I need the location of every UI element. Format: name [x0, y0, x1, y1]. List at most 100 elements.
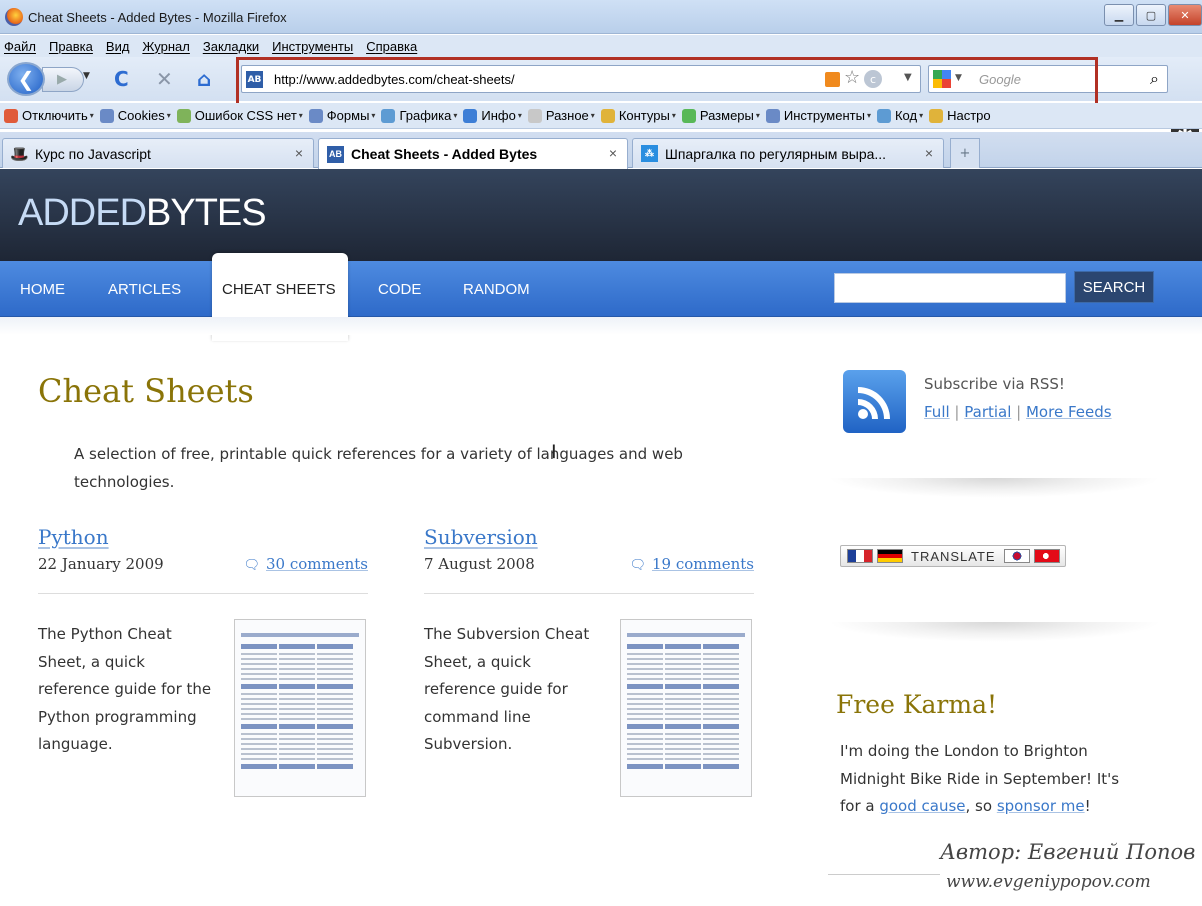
french-flag-icon[interactable]: [847, 549, 873, 563]
bookmark-item[interactable]: Разное ▾: [527, 108, 595, 123]
history-dropdown-icon[interactable]: ▼: [83, 71, 90, 81]
bookmark-star-icon[interactable]: ☆: [844, 67, 860, 88]
python-cheatsheet-thumbnail[interactable]: [234, 619, 366, 797]
thumb-line: [279, 698, 315, 700]
turkish-flag-icon[interactable]: [1033, 549, 1060, 563]
bookmark-item[interactable]: Код ▾: [876, 108, 923, 123]
bookmark-item[interactable]: Графика ▾: [381, 108, 457, 123]
menu-help[interactable]: Справка: [366, 39, 417, 54]
maximize-button[interactable]: ▢: [1136, 4, 1166, 26]
site-search-button[interactable]: SEARCH: [1074, 271, 1154, 303]
search-icon[interactable]: ⌕: [1150, 69, 1159, 89]
dropdown-arrow-icon[interactable]: ▾: [919, 111, 923, 120]
dropdown-arrow-icon[interactable]: ▾: [90, 111, 94, 120]
bookmark-item[interactable]: Инструменты ▾: [765, 108, 871, 123]
nav-code[interactable]: CODE: [378, 281, 421, 298]
menu-history[interactable]: Журнал: [142, 39, 189, 54]
search-input[interactable]: Google: [979, 72, 1021, 87]
dropdown-arrow-icon[interactable]: ▾: [167, 111, 171, 120]
site-favicon-icon: AB: [246, 71, 263, 88]
close-tab-icon[interactable]: ×: [609, 145, 617, 161]
comments-link[interactable]: 🗨 30 comments: [243, 555, 368, 573]
engine-dropdown-icon[interactable]: ▼: [955, 73, 962, 83]
bookmark-item[interactable]: Формы ▾: [308, 108, 375, 123]
thumb-line: [279, 748, 315, 750]
minimize-button[interactable]: ▁: [1104, 4, 1134, 26]
german-flag-icon[interactable]: [877, 549, 903, 563]
dropdown-arrow-icon[interactable]: ▾: [867, 111, 871, 120]
dropdown-arrow-icon[interactable]: ▾: [371, 111, 375, 120]
search-bar[interactable]: ▼ Google ⌕: [928, 65, 1168, 93]
subversion-cheatsheet-thumbnail[interactable]: [620, 619, 752, 797]
close-window-button[interactable]: ✕: [1168, 4, 1202, 26]
dropdown-arrow-icon[interactable]: ▾: [756, 111, 760, 120]
rss-feed-icon[interactable]: [825, 72, 840, 87]
menu-edit[interactable]: Правка: [49, 39, 93, 54]
close-tab-icon[interactable]: ×: [295, 145, 303, 161]
tab-cheat-sheets[interactable]: AB Cheat Sheets - Added Bytes ×: [318, 138, 628, 169]
thumb-column: [665, 640, 701, 773]
home-icon[interactable]: ⌂: [197, 67, 211, 91]
article-title-link[interactable]: Python: [38, 525, 109, 549]
dropdown-arrow-icon[interactable]: ▾: [299, 111, 303, 120]
translate-widget[interactable]: TRANSLATE: [840, 545, 1066, 567]
nav-home[interactable]: HOME: [20, 281, 65, 298]
url-dropdown-icon[interactable]: ▼: [904, 72, 912, 83]
bookmark-item[interactable]: Размеры ▾: [681, 108, 760, 123]
page-addon-icon[interactable]: c: [864, 70, 882, 88]
thumb-line: [703, 713, 739, 715]
new-tab-button[interactable]: +: [950, 138, 980, 168]
thumb-line: [279, 658, 315, 660]
google-engine-icon[interactable]: [933, 70, 951, 88]
thumb-line: [317, 753, 353, 755]
thumb-line: [627, 673, 663, 675]
karma-text-part: !: [1084, 797, 1091, 815]
stop-icon[interactable]: ✕: [156, 67, 173, 91]
tab-javascript-course[interactable]: 🎩 Курс по Javascript ×: [2, 138, 314, 168]
good-cause-link[interactable]: good cause: [879, 797, 965, 815]
dropdown-arrow-icon[interactable]: ▾: [672, 111, 676, 120]
url-bar[interactable]: AB http://www.addedbytes.com/cheat-sheet…: [241, 65, 921, 93]
bookmark-item[interactable]: Настро: [929, 108, 991, 123]
reload-icon[interactable]: C: [114, 67, 129, 91]
dropdown-arrow-icon[interactable]: ▾: [453, 111, 457, 120]
article-title-link[interactable]: Subversion: [424, 525, 538, 549]
menu-file[interactable]: Файл: [4, 39, 36, 54]
bookmark-item[interactable]: Cookies ▾: [99, 108, 171, 123]
bookmark-item[interactable]: Ошибок CSS нет ▾: [176, 108, 303, 123]
rss-full-link[interactable]: Full: [924, 403, 950, 421]
menu-bookmarks[interactable]: Закладки: [203, 39, 259, 54]
close-tab-icon[interactable]: ×: [925, 145, 933, 161]
dropdown-arrow-icon[interactable]: ▾: [591, 111, 595, 120]
thumb-line: [279, 743, 315, 745]
rss-partial-link[interactable]: Partial: [964, 403, 1011, 421]
site-search-input[interactable]: [834, 273, 1066, 303]
thumb-line: [703, 753, 739, 755]
url-text[interactable]: http://www.addedbytes.com/cheat-sheets/: [274, 72, 515, 87]
thumb-line: [279, 693, 315, 695]
forward-button[interactable]: ▶: [42, 67, 84, 92]
rss-more-feeds-link[interactable]: More Feeds: [1026, 403, 1112, 421]
nav-random[interactable]: RANDOM: [463, 281, 530, 298]
comments-link[interactable]: 🗨 19 comments: [629, 555, 754, 573]
site-logo[interactable]: ADDEDBYTES: [18, 192, 267, 235]
tab-regex-cheatsheet[interactable]: ⁂ Шпаргалка по регулярным выра... ×: [632, 138, 944, 168]
rss-feed-icon[interactable]: [843, 370, 906, 433]
sponsor-me-link[interactable]: sponsor me: [997, 797, 1085, 815]
thumb-heading: [317, 764, 353, 769]
tab-label: Cheat Sheets - Added Bytes: [351, 146, 538, 162]
thumb-line: [279, 708, 315, 710]
korean-flag-icon[interactable]: [1003, 549, 1030, 563]
menu-view[interactable]: Вид: [106, 39, 130, 54]
thumb-line: [317, 668, 353, 670]
bookmark-item[interactable]: Контуры ▾: [600, 108, 676, 123]
dropdown-arrow-icon[interactable]: ▾: [518, 111, 522, 120]
bookmark-item[interactable]: Инфо ▾: [463, 108, 522, 123]
back-button[interactable]: ❮: [7, 62, 45, 96]
bookmark-item[interactable]: Отключить ▾: [4, 108, 94, 123]
nav-articles[interactable]: ARTICLES: [108, 281, 181, 298]
thumb-line: [317, 738, 353, 740]
menu-tools[interactable]: Инструменты: [272, 39, 353, 54]
thumb-line: [703, 668, 739, 670]
thumb-line: [665, 758, 701, 760]
